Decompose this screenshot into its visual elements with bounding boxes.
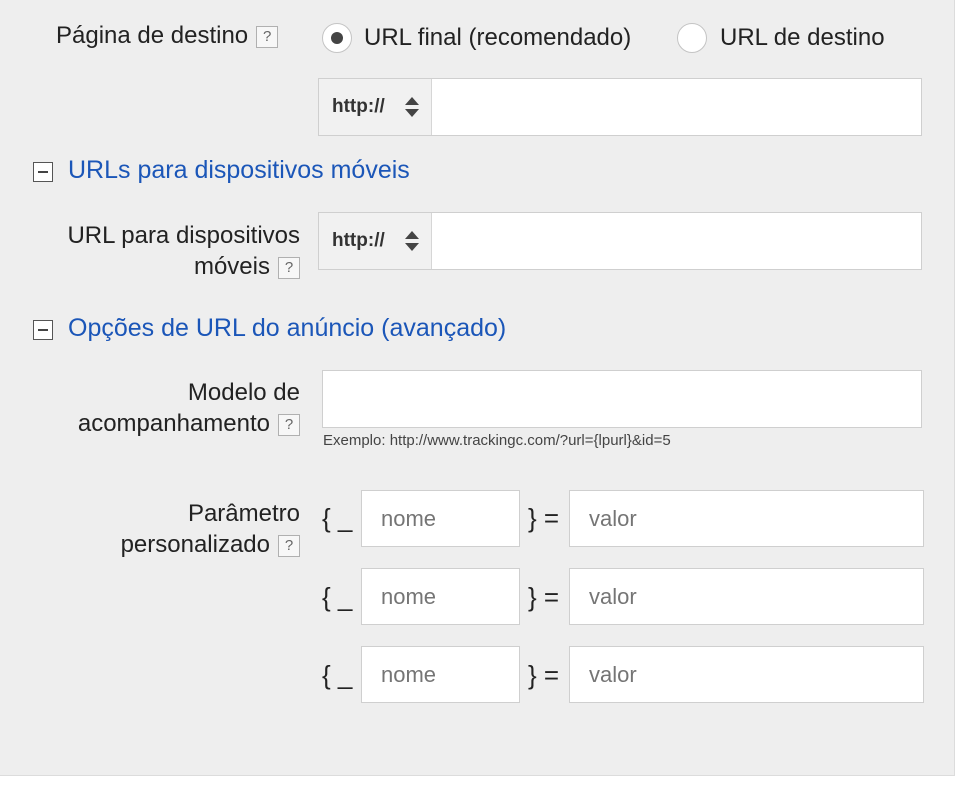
protocol-select[interactable]: http://	[319, 79, 432, 135]
tracking-template-label-line2: acompanhamento?	[78, 408, 300, 439]
mobile-url-input[interactable]	[432, 213, 921, 269]
mobile-url-label-line2: móveis?	[194, 251, 300, 282]
custom-param-name-input[interactable]	[361, 568, 520, 625]
help-icon[interactable]: ?	[278, 534, 300, 557]
tracking-template-example: Exemplo: http://www.trackingc.com/?url={…	[323, 432, 671, 449]
ad-url-options-section-title[interactable]: Opções de URL do anúncio (avançado)	[68, 312, 506, 344]
mobile-url-group: http://	[318, 212, 922, 270]
mobile-url-label-line1: URL para dispositivos	[67, 222, 300, 249]
radio-selected-dot	[331, 32, 343, 44]
mobile-urls-section-title[interactable]: URLs para dispositivos móveis	[68, 154, 410, 186]
tracking-template-input[interactable]	[322, 370, 922, 428]
custom-param-label-line1: Parâmetro	[187, 500, 300, 527]
radio-final-url[interactable]	[322, 23, 352, 53]
up-down-arrows-icon	[405, 229, 419, 253]
help-icon[interactable]: ?	[278, 256, 300, 279]
custom-param-value-input[interactable]	[569, 646, 924, 703]
open-brace: { _	[322, 582, 353, 612]
close-brace-equals: } =	[528, 503, 560, 533]
custom-param-value-input[interactable]	[569, 490, 924, 547]
protocol-select[interactable]: http://	[319, 213, 432, 269]
radio-destination-url[interactable]	[677, 23, 707, 53]
ad-url-form-panel: Página de destino? URL final (recomendad…	[0, 0, 955, 776]
custom-param-name-input[interactable]	[361, 490, 520, 547]
custom-param-name-input[interactable]	[361, 646, 520, 703]
collapse-icon[interactable]	[33, 162, 53, 182]
tracking-template-label-line1: Modelo de	[187, 379, 300, 406]
radio-final-url-label[interactable]: URL final (recomendado)	[364, 23, 631, 53]
up-down-arrows-icon	[405, 95, 419, 119]
help-icon[interactable]: ?	[256, 25, 279, 48]
help-icon[interactable]: ?	[278, 413, 300, 436]
radio-destination-url-label[interactable]: URL de destino	[720, 23, 885, 53]
collapse-icon[interactable]	[33, 320, 53, 340]
open-brace: { _	[322, 660, 353, 690]
destination-label: Página de destino?	[56, 20, 279, 51]
open-brace: { _	[322, 503, 353, 533]
custom-param-label-line2: personalizado?	[121, 529, 300, 560]
final-url-group: http://	[318, 78, 922, 136]
close-brace-equals: } =	[528, 660, 560, 690]
custom-param-value-input[interactable]	[569, 568, 924, 625]
close-brace-equals: } =	[528, 582, 560, 612]
final-url-input[interactable]	[432, 79, 921, 135]
